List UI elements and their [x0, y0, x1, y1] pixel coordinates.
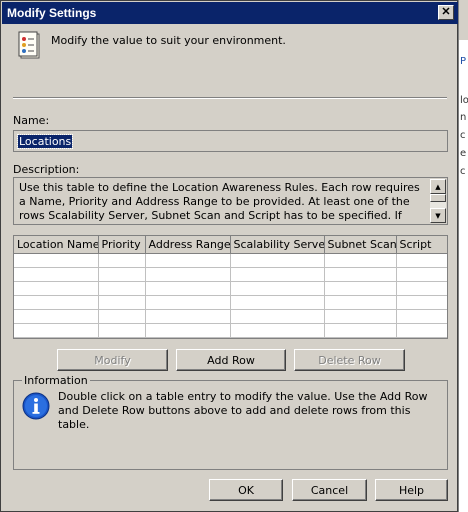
table-cell[interactable]	[230, 253, 325, 268]
table-cell[interactable]	[396, 281, 447, 296]
info-icon	[22, 392, 50, 420]
background-fragment: e	[460, 148, 467, 159]
column-header-scalability-server[interactable]: Scalability Server	[230, 236, 325, 254]
name-value: Locations	[16, 133, 74, 149]
table-cell[interactable]	[396, 323, 447, 338]
ok-button[interactable]: OK	[209, 479, 283, 501]
description-scrollbar[interactable]: ▲ ▼	[430, 179, 446, 223]
settings-document-icon	[18, 31, 40, 59]
table-cell[interactable]	[98, 253, 146, 268]
table-cell[interactable]	[396, 309, 447, 324]
background-window: P lo n c e c	[458, 0, 468, 512]
table-cell[interactable]	[145, 295, 231, 310]
table-cell[interactable]	[98, 267, 146, 282]
add-row-button[interactable]: Add Row	[176, 349, 286, 371]
table-cell[interactable]	[230, 281, 325, 296]
column-header-subnet-scan[interactable]: Subnet Scan	[324, 236, 397, 254]
table-cell[interactable]	[324, 267, 397, 282]
description-label: Description:	[13, 163, 80, 176]
table-cell[interactable]	[145, 323, 231, 338]
arrow-up-icon: ▲	[435, 182, 441, 191]
column-header-location-name[interactable]: Location Name	[14, 236, 99, 254]
description-text: Use this table to define the Location Aw…	[19, 181, 420, 222]
header-divider	[13, 97, 447, 99]
table-cell[interactable]	[230, 309, 325, 324]
table-row[interactable]	[14, 295, 447, 310]
table-row[interactable]	[14, 309, 447, 324]
column-header-priority[interactable]: Priority	[98, 236, 146, 254]
scroll-thumb[interactable]	[430, 194, 446, 202]
background-fragment: lo	[460, 95, 468, 106]
table-cell[interactable]	[98, 309, 146, 324]
background-fragment: c	[460, 130, 466, 141]
table-cell[interactable]	[324, 309, 397, 324]
column-header-script[interactable]: Script	[396, 236, 447, 254]
table-cell[interactable]	[98, 281, 146, 296]
table-row[interactable]	[14, 281, 447, 296]
name-label: Name:	[13, 114, 50, 127]
column-header-address-range[interactable]: Address Range	[145, 236, 231, 254]
title-bar[interactable]: Modify Settings ✕	[2, 2, 458, 24]
table-cell[interactable]	[14, 309, 99, 324]
window-title: Modify Settings	[7, 6, 97, 20]
background-window-toolbar	[459, 0, 468, 40]
modify-settings-dialog: Modify Settings ✕ Modify the value to su…	[0, 0, 458, 512]
table-cell[interactable]	[14, 253, 99, 268]
table-row[interactable]	[14, 253, 447, 268]
table-body[interactable]	[14, 253, 447, 338]
table-cell[interactable]	[324, 281, 397, 296]
help-button[interactable]: Help	[375, 479, 448, 501]
table-cell[interactable]	[98, 323, 146, 338]
close-icon: ✕	[441, 6, 451, 18]
table-cell[interactable]	[324, 295, 397, 310]
information-text: Double click on a table entry to modify …	[58, 390, 428, 431]
close-button[interactable]: ✕	[438, 5, 454, 20]
table-cell[interactable]	[230, 295, 325, 310]
arrow-down-icon: ▼	[435, 211, 441, 220]
information-legend: Information	[22, 374, 90, 387]
information-group: Information Double click on a table entr…	[13, 374, 448, 470]
description-box[interactable]: Use this table to define the Location Aw…	[13, 177, 448, 225]
table-cell[interactable]	[14, 295, 99, 310]
table-cell[interactable]	[145, 267, 231, 282]
table-cell[interactable]	[396, 295, 447, 310]
table-row[interactable]	[14, 267, 447, 282]
name-field[interactable]: Locations	[13, 130, 448, 152]
background-fragment: c	[460, 166, 466, 177]
table-cell[interactable]	[230, 323, 325, 338]
table-cell[interactable]	[98, 295, 146, 310]
table-cell[interactable]	[14, 267, 99, 282]
background-fragment: n	[460, 112, 467, 123]
table-cell[interactable]	[324, 323, 397, 338]
table-cell[interactable]	[145, 309, 231, 324]
scroll-up-button[interactable]: ▲	[430, 179, 446, 194]
location-rules-table[interactable]: Location Name Priority Address Range Sca…	[13, 235, 448, 339]
table-cell[interactable]	[324, 253, 397, 268]
table-cell[interactable]	[14, 281, 99, 296]
delete-row-button[interactable]: Delete Row	[294, 349, 405, 371]
table-cell[interactable]	[396, 267, 447, 282]
header-instruction: Modify the value to suit your environmen…	[51, 34, 286, 47]
table-cell[interactable]	[14, 323, 99, 338]
scroll-down-button[interactable]: ▼	[430, 208, 446, 223]
table-cell[interactable]	[145, 253, 231, 268]
table-row[interactable]	[14, 323, 447, 338]
table-cell[interactable]	[145, 281, 231, 296]
table-cell[interactable]	[230, 267, 325, 282]
cancel-button[interactable]: Cancel	[292, 479, 367, 501]
table-cell[interactable]	[396, 253, 447, 268]
background-fragment: P	[460, 56, 467, 67]
modify-button[interactable]: Modify	[57, 349, 168, 371]
